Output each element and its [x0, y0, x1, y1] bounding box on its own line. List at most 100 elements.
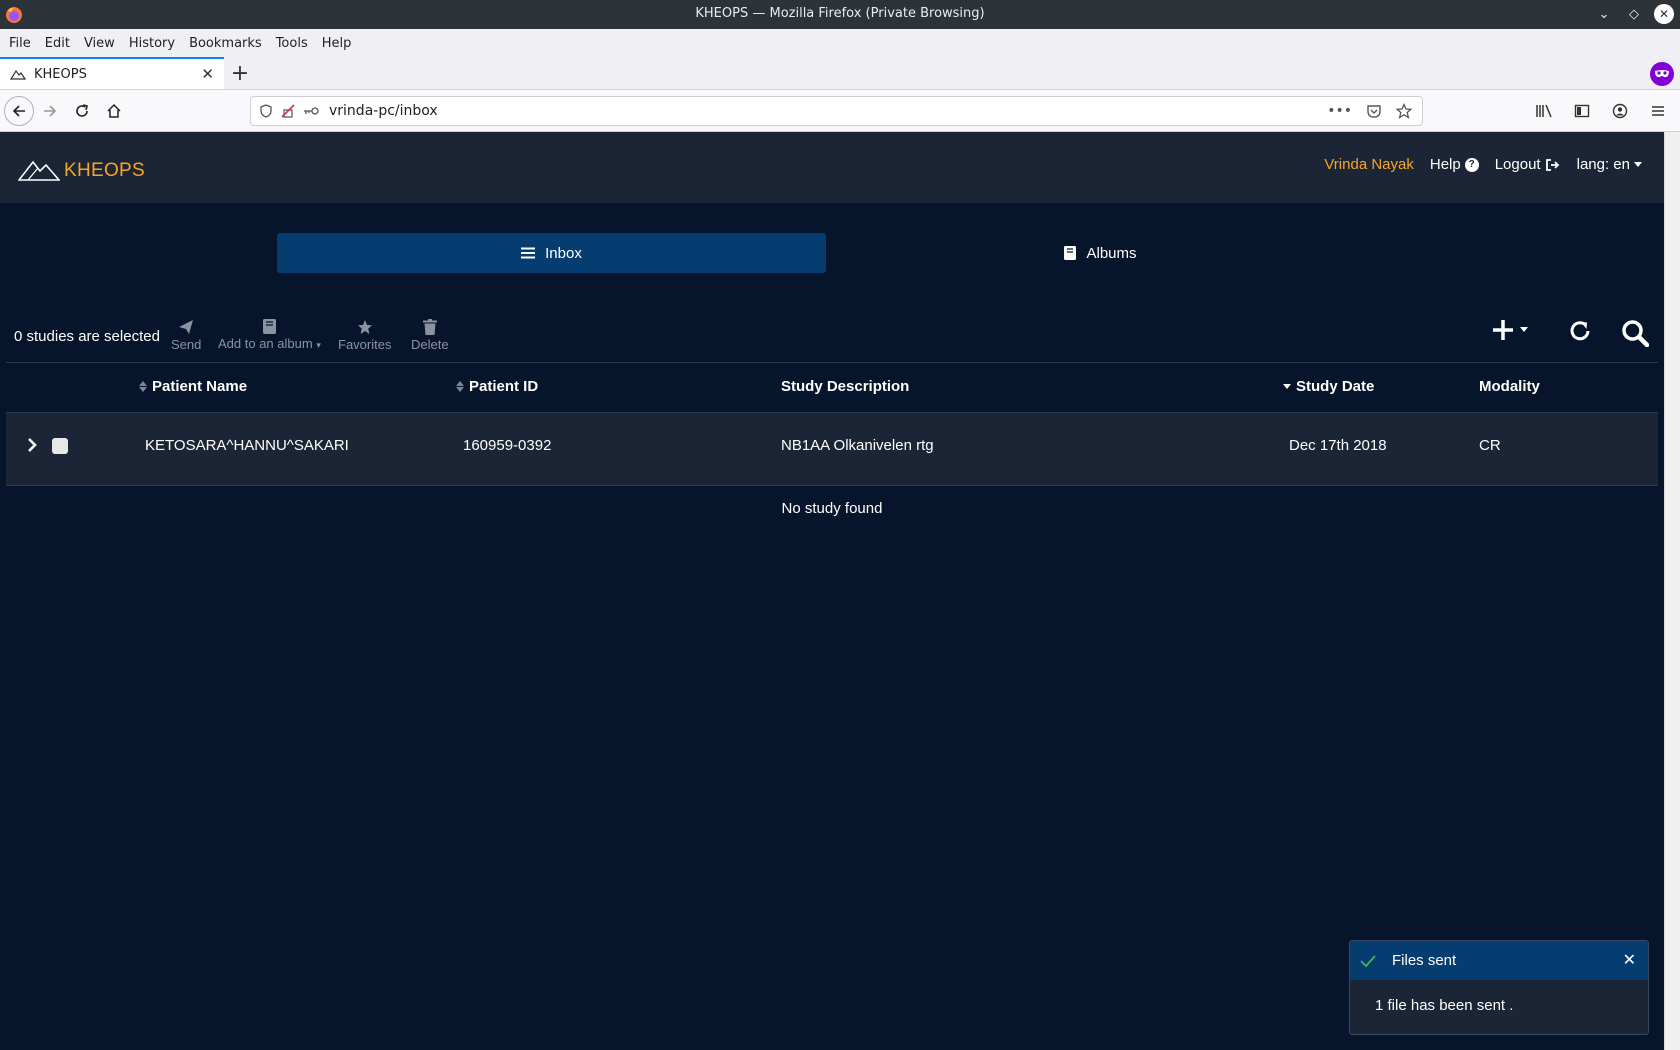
kheops-favicon-icon [10, 69, 26, 80]
sort-icon [139, 381, 147, 392]
account-button[interactable] [1604, 95, 1636, 127]
add-album-label: Add to an album ▾ [218, 336, 321, 351]
app-header: KHEOPS Vrinda Nayak Help ? Logout lang: … [0, 132, 1664, 203]
send-label: Send [171, 337, 202, 352]
check-icon [1360, 954, 1376, 967]
cell-patient-id: 160959-0392 [463, 437, 552, 454]
menubar: File Edit View History Bookmarks Tools H… [0, 29, 1680, 58]
minimize-icon[interactable]: ⌄ [1594, 4, 1614, 24]
sidebar-button[interactable] [1566, 95, 1598, 127]
menu-history[interactable]: History [124, 36, 180, 51]
navigation-bar: vrinda-pc/inbox ••• [0, 90, 1680, 132]
menu-tools[interactable]: Tools [271, 36, 313, 51]
table-row[interactable]: KETOSARA^HANNU^SAKARI 160959-0392 NB1AA … [6, 413, 1658, 486]
tab-strip: KHEOPS ✕ + [0, 57, 1680, 90]
kheops-mountain-icon [18, 160, 60, 181]
no-study-message: No study found [781, 500, 883, 517]
toast-message: 1 file has been sent . [1375, 997, 1514, 1014]
study-toolbar: 0 studies are selected Send Add to an al… [6, 313, 1658, 363]
tab-albums[interactable]: Albums [826, 233, 1375, 273]
help-label: Help [1429, 156, 1461, 173]
expand-chevron-icon[interactable] [26, 437, 38, 453]
url-bar[interactable]: vrinda-pc/inbox ••• [250, 96, 1423, 126]
close-tab-icon[interactable]: ✕ [201, 65, 214, 83]
browser-tab[interactable]: KHEOPS ✕ [0, 57, 224, 89]
reload-icon [76, 103, 88, 117]
album-book-icon [262, 319, 276, 334]
new-tab-button[interactable]: + [224, 57, 256, 89]
sidebar-icon [1574, 104, 1590, 118]
row-checkbox[interactable] [52, 438, 68, 454]
cell-modality: CR [1479, 437, 1501, 454]
shield-icon[interactable] [259, 104, 273, 118]
delete-button[interactable]: Delete [411, 319, 449, 352]
menu-edit[interactable]: Edit [40, 36, 75, 51]
back-arrow-icon [12, 104, 25, 117]
language-dropdown[interactable]: lang: en [1577, 156, 1642, 173]
refresh-button[interactable] [1568, 319, 1592, 343]
send-button[interactable]: Send [171, 319, 201, 352]
question-circle-icon: ? [1464, 157, 1479, 172]
forward-arrow-icon [44, 104, 57, 117]
key-icon[interactable] [303, 106, 319, 116]
add-to-album-button[interactable]: Add to an album ▾ [218, 319, 321, 351]
browser-tab-title: KHEOPS [34, 66, 87, 82]
cell-study-description: NB1AA Olkanivelen rtg [781, 437, 934, 454]
menu-help[interactable]: Help [317, 36, 357, 51]
toast-close-icon[interactable]: ✕ [1623, 950, 1636, 970]
sort-desc-icon [1283, 384, 1291, 389]
page-actions-icon[interactable]: ••• [1327, 103, 1352, 119]
selection-count: 0 studies are selected [14, 328, 160, 345]
column-patient-name-label: Patient Name [152, 378, 248, 395]
favorites-button[interactable]: Favorites [338, 319, 391, 352]
column-patient-id-label: Patient ID [469, 378, 539, 395]
column-patient-id[interactable]: Patient ID [456, 378, 538, 395]
main-tabs: Inbox Albums [0, 203, 1664, 313]
column-study-description-label: Study Description [781, 378, 910, 395]
toast-header: Files sent ✕ [1350, 941, 1648, 980]
help-link[interactable]: Help ? [1430, 156, 1479, 173]
column-patient-name[interactable]: Patient Name [139, 378, 247, 395]
caret-down-icon [1634, 161, 1642, 167]
bookmark-star-icon[interactable] [1396, 103, 1412, 119]
page-scrollbar[interactable] [1664, 132, 1680, 1050]
menu-view[interactable]: View [79, 36, 120, 51]
tab-inbox-label: Inbox [545, 244, 582, 262]
app-menu-button[interactable] [1642, 95, 1674, 127]
add-menu-button[interactable] [1492, 319, 1528, 341]
toast-title: Files sent [1392, 952, 1457, 969]
pocket-icon[interactable] [1366, 103, 1382, 119]
insecure-connection-icon[interactable] [281, 104, 295, 118]
study-table-header: Patient Name Patient ID Study Descriptio… [6, 363, 1658, 413]
search-button[interactable] [1621, 319, 1649, 347]
window-titlebar: KHEOPS — Mozilla Firefox (Private Browsi… [0, 0, 1680, 29]
kheops-app: KHEOPS Vrinda Nayak Help ? Logout lang: … [0, 132, 1664, 1050]
language-label: lang: en [1576, 156, 1630, 173]
column-study-date[interactable]: Study Date [1283, 378, 1374, 395]
logout-link[interactable]: Logout [1495, 156, 1561, 173]
delete-label: Delete [411, 337, 449, 352]
sort-icon [456, 381, 464, 392]
reload-button[interactable] [66, 95, 98, 127]
library-button[interactable] [1528, 95, 1560, 127]
brand-logo[interactable]: KHEOPS [18, 154, 145, 182]
search-icon [1622, 320, 1649, 347]
column-study-description: Study Description [781, 378, 909, 395]
brand-name: KHEOPS [64, 159, 145, 181]
cell-study-date: Dec 17th 2018 [1289, 437, 1387, 454]
maximize-icon[interactable]: ◇ [1624, 4, 1644, 24]
book-icon [1064, 246, 1077, 260]
plus-icon [1493, 320, 1513, 340]
cell-patient-name: KETOSARA^HANNU^SAKARI [145, 437, 349, 454]
close-window-icon[interactable]: ✕ [1654, 4, 1674, 24]
home-icon [107, 103, 121, 118]
user-name-link[interactable]: Vrinda Nayak [1324, 156, 1414, 173]
back-button[interactable] [4, 95, 34, 126]
menu-bookmarks[interactable]: Bookmarks [184, 36, 267, 51]
list-icon [521, 247, 536, 259]
home-button[interactable] [98, 95, 130, 127]
forward-button[interactable] [34, 95, 66, 127]
url-text[interactable]: vrinda-pc/inbox [329, 103, 1327, 119]
menu-file[interactable]: File [4, 36, 36, 51]
tab-inbox[interactable]: Inbox [277, 233, 826, 273]
